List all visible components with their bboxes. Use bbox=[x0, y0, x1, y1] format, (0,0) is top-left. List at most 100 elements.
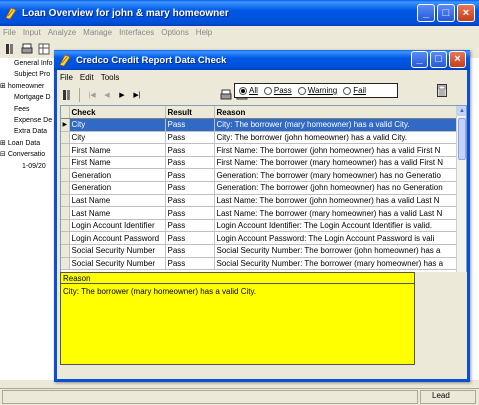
cell-reason[interactable]: City: The borrower (mary homeowner) has … bbox=[214, 118, 459, 132]
cell-check[interactable]: Social Security Number bbox=[69, 257, 166, 271]
tree-item-loan-data[interactable]: ⊞ Loan Data bbox=[0, 138, 55, 149]
cell-reason[interactable]: Login Account Identifier: The Login Acco… bbox=[214, 219, 459, 233]
toolbar-grid-icon[interactable] bbox=[37, 43, 50, 56]
table-row[interactable]: Login Account Password Pass Login Accoun… bbox=[61, 231, 459, 246]
tree-item-extra-data[interactable]: Extra Data bbox=[0, 126, 55, 137]
cell-result[interactable]: Pass bbox=[165, 118, 215, 132]
filter-fail-radio[interactable]: Fail bbox=[343, 86, 366, 95]
filter-warning-radio[interactable]: Warning bbox=[297, 86, 337, 95]
next-record-icon[interactable]: ▶ bbox=[116, 89, 128, 101]
previous-record-icon[interactable]: ◀ bbox=[101, 89, 113, 101]
table-row[interactable]: First Name Pass First Name: The borrower… bbox=[61, 156, 459, 170]
printer-icon[interactable] bbox=[20, 43, 33, 56]
print-icon[interactable] bbox=[219, 89, 232, 102]
menu-options[interactable]: Options bbox=[161, 28, 189, 37]
tree-item-expense[interactable]: Expense De bbox=[0, 115, 55, 126]
tree-item-subject-property[interactable]: Subject Pro bbox=[0, 69, 55, 80]
table-row[interactable]: Generation Pass Generation: The borrower… bbox=[61, 168, 459, 183]
cell-result[interactable]: Pass bbox=[165, 194, 215, 208]
table-row[interactable]: City Pass City: The borrower (john homeo… bbox=[61, 131, 459, 145]
filter-all-radio[interactable]: All bbox=[239, 86, 258, 95]
cell-check[interactable]: Last Name bbox=[69, 194, 166, 208]
cell-reason[interactable]: First Name: The borrower (mary homeowner… bbox=[214, 156, 459, 170]
cell-result[interactable]: Pass bbox=[165, 143, 215, 157]
parent-close-button[interactable]: × bbox=[457, 4, 475, 22]
table-row[interactable]: Generation Pass Generation: The borrower… bbox=[61, 181, 459, 195]
child-title-bar[interactable]: Credco Credit Report Data Check _ □ × bbox=[54, 50, 470, 70]
cell-result[interactable]: Pass bbox=[165, 219, 215, 233]
tree-item-conversations[interactable]: ⊟ Conversatio bbox=[0, 149, 55, 160]
parent-maximize-button[interactable]: □ bbox=[437, 4, 455, 22]
tree-item-mortgage[interactable]: Mortgage D bbox=[0, 92, 55, 103]
column-header-result[interactable]: Result bbox=[165, 106, 215, 120]
collapse-icon[interactable]: ⊟ bbox=[0, 151, 8, 158]
tree-item-general-info[interactable]: General Info bbox=[0, 58, 55, 69]
filter-pass-radio[interactable]: Pass bbox=[263, 86, 292, 95]
cell-reason[interactable]: City: The borrower (john homeowner) has … bbox=[214, 131, 459, 145]
cell-result[interactable]: Pass bbox=[165, 131, 215, 145]
first-record-icon[interactable]: |◀ bbox=[86, 89, 98, 101]
parent-title-bar[interactable]: Loan Overview for john & mary homeowner … bbox=[0, 0, 479, 26]
cell-reason[interactable]: Last Name: The borrower (john homeowner)… bbox=[214, 194, 459, 208]
bookmark-icon[interactable] bbox=[60, 89, 73, 102]
cell-check[interactable]: First Name bbox=[69, 156, 166, 170]
table-row[interactable]: First Name Pass First Name: The borrower… bbox=[61, 143, 459, 157]
child-minimize-button[interactable]: _ bbox=[411, 51, 428, 68]
reason-panel-side-area bbox=[415, 272, 467, 365]
table-row[interactable]: Social Security Number Pass Social Secur… bbox=[61, 257, 459, 271]
expand-icon[interactable]: ⊞ bbox=[0, 83, 8, 90]
child-close-button[interactable]: × bbox=[449, 51, 466, 68]
cell-result[interactable]: Pass bbox=[165, 257, 215, 271]
scroll-up-icon[interactable]: ▲ bbox=[457, 106, 466, 116]
cell-check[interactable]: Generation bbox=[69, 168, 166, 183]
column-header-reason[interactable]: Reason bbox=[214, 106, 459, 120]
child-menu-tools[interactable]: Tools bbox=[101, 73, 120, 82]
table-row[interactable]: ▶ City Pass City: The borrower (mary hom… bbox=[61, 118, 459, 132]
menu-help[interactable]: Help bbox=[196, 28, 212, 37]
child-maximize-button[interactable]: □ bbox=[430, 51, 447, 68]
cell-check[interactable]: Social Security Number bbox=[69, 244, 166, 258]
cell-result[interactable]: Pass bbox=[165, 168, 215, 183]
cell-result[interactable]: Pass bbox=[165, 244, 215, 258]
menu-manage[interactable]: Manage bbox=[83, 28, 112, 37]
cell-check[interactable]: Login Account Password bbox=[69, 231, 166, 246]
tree-item-homeowner[interactable]: ⊞ homeowner bbox=[0, 81, 55, 92]
menu-analyze[interactable]: Analyze bbox=[48, 28, 76, 37]
column-header-check[interactable]: Check bbox=[69, 106, 166, 120]
menu-input[interactable]: Input bbox=[23, 28, 41, 37]
cell-result[interactable]: Pass bbox=[165, 231, 215, 246]
cell-result[interactable]: Pass bbox=[165, 181, 215, 195]
cell-reason[interactable]: Social Security Number: The borrower (ma… bbox=[214, 257, 459, 271]
table-row[interactable]: Social Security Number Pass Social Secur… bbox=[61, 244, 459, 258]
cell-result[interactable]: Pass bbox=[165, 156, 215, 170]
bookmark-icon[interactable] bbox=[3, 43, 16, 56]
cell-check[interactable]: First Name bbox=[69, 143, 166, 157]
cell-reason[interactable]: Login Account Password: The Login Accoun… bbox=[214, 231, 459, 246]
cell-check[interactable]: Last Name bbox=[69, 206, 166, 220]
app-logo-icon bbox=[4, 6, 18, 20]
table-row[interactable]: Last Name Pass Last Name: The borrower (… bbox=[61, 206, 459, 220]
child-menu-edit[interactable]: Edit bbox=[80, 73, 94, 82]
last-record-icon[interactable]: ▶| bbox=[131, 89, 143, 101]
child-menu-file[interactable]: File bbox=[60, 73, 73, 82]
table-row[interactable]: Login Account Identifier Pass Login Acco… bbox=[61, 219, 459, 233]
cell-check[interactable]: Generation bbox=[69, 181, 166, 195]
calculator-icon[interactable] bbox=[437, 84, 447, 99]
tree-item-fees[interactable]: Fees bbox=[0, 104, 55, 115]
cell-check[interactable]: Login Account Identifier bbox=[69, 219, 166, 233]
cell-check[interactable]: City bbox=[69, 118, 166, 132]
cell-reason[interactable]: Generation: The borrower (john homeowner… bbox=[214, 181, 459, 195]
menu-file[interactable]: File bbox=[3, 28, 16, 37]
cell-reason[interactable]: First Name: The borrower (john homeowner… bbox=[214, 143, 459, 157]
cell-result[interactable]: Pass bbox=[165, 206, 215, 220]
cell-reason[interactable]: Social Security Number: The borrower (jo… bbox=[214, 244, 459, 258]
cell-reason[interactable]: Last Name: The borrower (mary homeowner)… bbox=[214, 206, 459, 220]
scroll-thumb[interactable] bbox=[458, 118, 466, 160]
tree-item-conversation-date[interactable]: 1-09/20 bbox=[0, 161, 55, 172]
menu-interfaces[interactable]: Interfaces bbox=[119, 28, 154, 37]
table-row[interactable]: Last Name Pass Last Name: The borrower (… bbox=[61, 194, 459, 208]
cell-check[interactable]: City bbox=[69, 131, 166, 145]
cell-reason[interactable]: Generation: The borrower (mary homeowner… bbox=[214, 168, 459, 183]
parent-minimize-button[interactable]: _ bbox=[417, 4, 435, 22]
expand-icon[interactable]: ⊞ bbox=[0, 140, 8, 147]
